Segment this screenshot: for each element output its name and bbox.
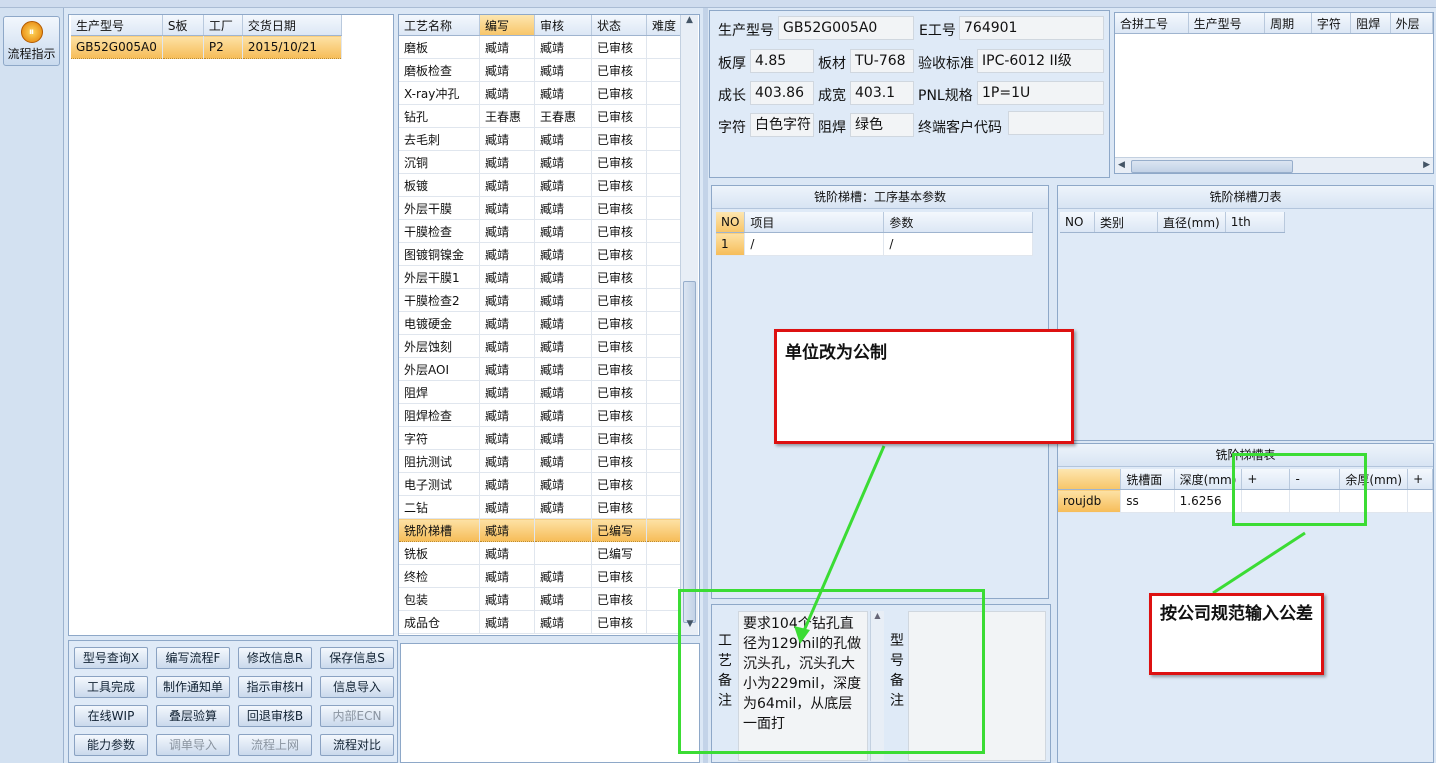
tolerance-arrow-line bbox=[1212, 531, 1306, 595]
unit-note-callout: 单位改为公制 bbox=[774, 329, 1074, 444]
unit-arrow-line bbox=[798, 445, 886, 641]
tolerance-note-callout: 按公司规范输入公差 bbox=[1149, 593, 1324, 675]
unit-arrow-head bbox=[794, 626, 810, 644]
